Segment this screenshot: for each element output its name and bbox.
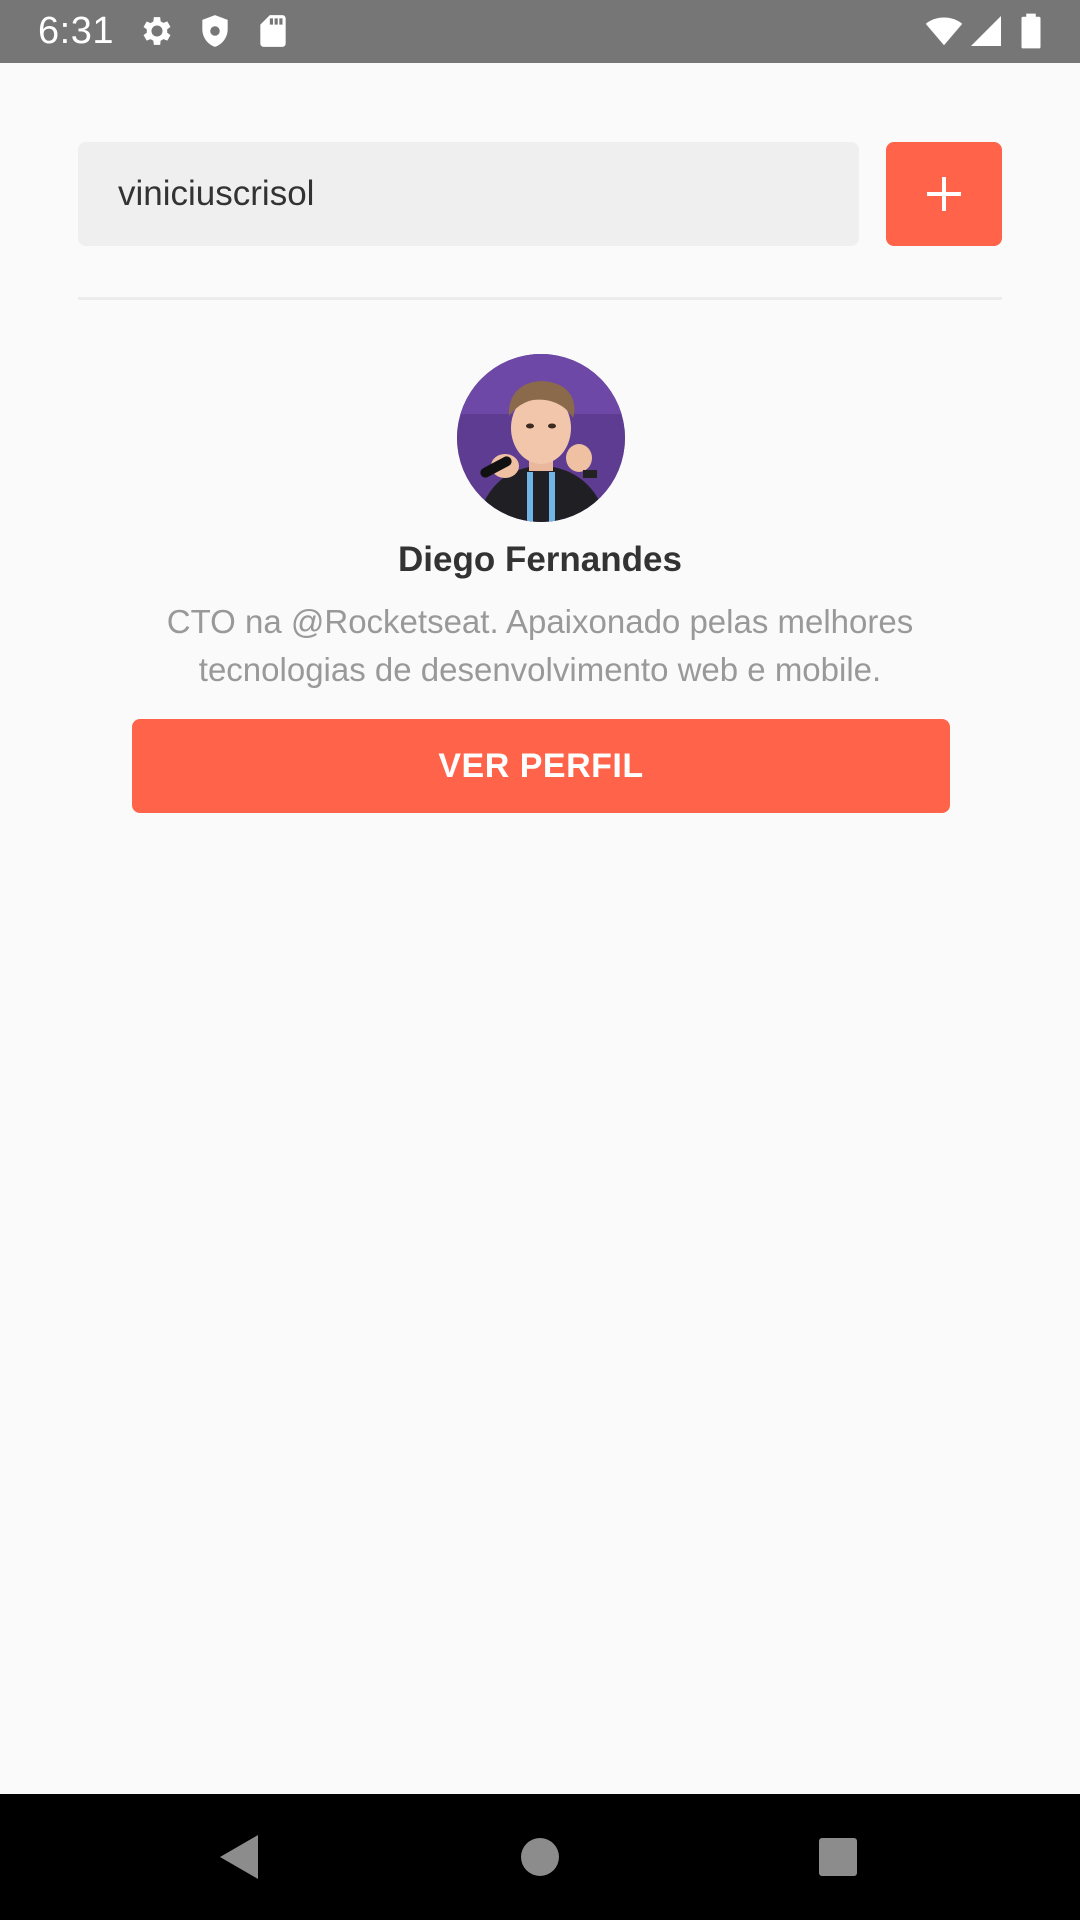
battery-icon xyxy=(1016,12,1046,50)
wifi-icon xyxy=(922,12,966,50)
divider xyxy=(78,297,1002,300)
back-icon[interactable] xyxy=(208,1827,268,1887)
navigation-bar xyxy=(0,1794,1080,1920)
user-bio: CTO na @Rocketseat. Apaixonado pelas mel… xyxy=(166,603,914,688)
avatar xyxy=(457,354,625,522)
view-profile-button[interactable]: VER PERFIL xyxy=(132,719,950,813)
add-button[interactable] xyxy=(886,142,1002,246)
gear-icon xyxy=(138,12,176,50)
recents-icon[interactable] xyxy=(808,1827,868,1887)
shield-icon xyxy=(196,12,234,50)
search-input[interactable] xyxy=(78,142,859,246)
user-name: Diego Fernandes xyxy=(398,540,682,579)
cell-signal-icon xyxy=(968,12,1004,50)
plus-icon xyxy=(927,177,961,211)
sd-card-icon xyxy=(254,12,292,50)
home-icon[interactable] xyxy=(510,1827,570,1887)
status-bar: 6:31 xyxy=(0,0,1080,63)
status-time: 6:31 xyxy=(38,10,114,52)
